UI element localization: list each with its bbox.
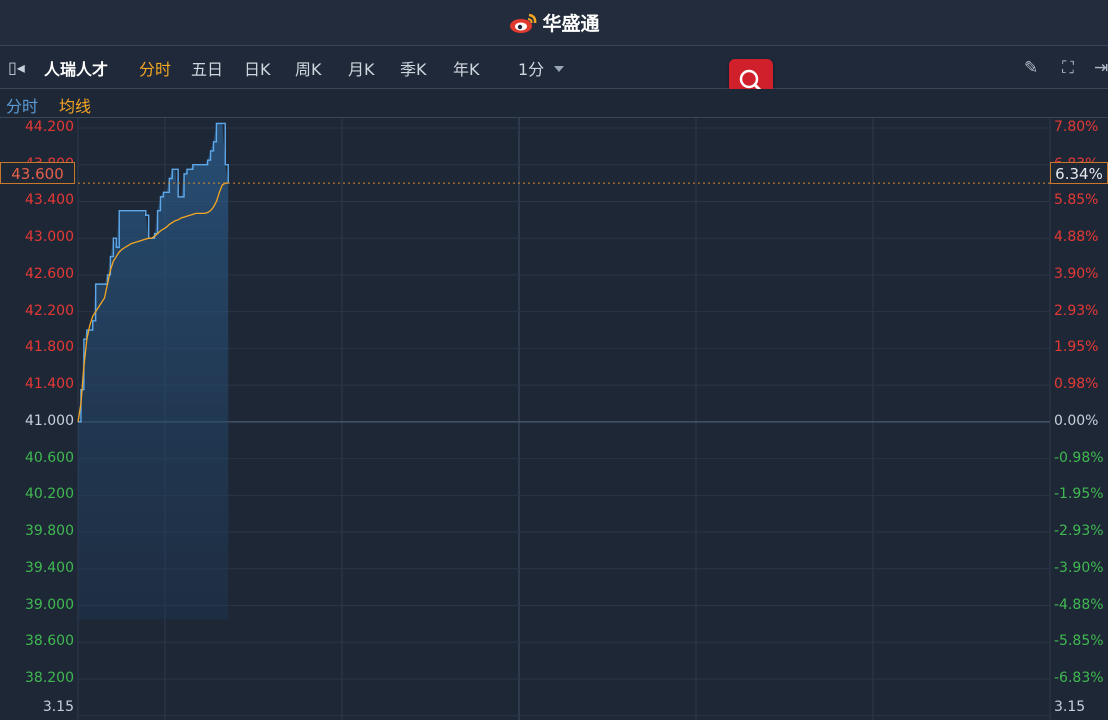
percent-axis-label: 5.85% xyxy=(1054,192,1099,209)
stock-name: 人瑞人才 xyxy=(44,60,109,79)
price-axis-label: 38.600 xyxy=(25,633,74,650)
app-name: 华盛通 xyxy=(542,13,600,35)
interval-select[interactable]: 1分 xyxy=(518,56,565,80)
price-axis-label: 42.600 xyxy=(25,265,74,282)
percent-axis-label: -5.85% xyxy=(1054,633,1104,650)
percent-axis-label: 2.93% xyxy=(1054,302,1099,319)
tab-monthly-k[interactable]: 月K xyxy=(348,56,400,80)
title-bar: 华盛通 xyxy=(0,0,1108,46)
price-axis-label: 41.000 xyxy=(25,412,74,429)
percent-axis-label: 3.15 xyxy=(1054,699,1086,715)
chart-toolbar: ▯◂ 人瑞人才 分时 五日 日K 周K 月K 季K 年K 1分 ✎ ⛶ ⇥ xyxy=(0,46,1108,89)
percent-axis-label: 7.80% xyxy=(1054,119,1099,135)
percent-axis-label: 4.88% xyxy=(1054,229,1099,246)
tab-daily-k[interactable]: 日K xyxy=(244,56,295,80)
price-area-fill xyxy=(78,123,229,620)
price-axis-label: 39.800 xyxy=(25,523,74,540)
percent-axis-label: 0.00% xyxy=(1054,412,1099,429)
intraday-chart: 44.20043.80043.40043.00042.60042.20041.8… xyxy=(0,118,1108,720)
pencil-icon[interactable]: ✎ xyxy=(1024,58,1038,78)
price-axis-label: 43.000 xyxy=(25,229,74,246)
percent-axis-label: -1.95% xyxy=(1054,486,1104,503)
tab-intraday[interactable]: 分时 xyxy=(139,56,191,80)
price-axis-label: 44.200 xyxy=(25,119,74,135)
current-price-tag: 43.600 xyxy=(0,162,75,184)
chart-canvas xyxy=(77,118,1051,720)
percent-axis-label: -2.93% xyxy=(1054,523,1104,540)
tab-yearly-k[interactable]: 年K xyxy=(453,56,503,80)
fullscreen-icon[interactable]: ⛶ xyxy=(1062,58,1074,78)
tab-weekly-k[interactable]: 周K xyxy=(295,56,348,80)
percent-axis-label: -0.98% xyxy=(1054,449,1104,466)
tab-five-day[interactable]: 五日 xyxy=(191,56,244,80)
price-axis-label: 42.200 xyxy=(25,302,74,319)
percent-axis-label: -3.90% xyxy=(1054,559,1104,576)
current-change-tag: 6.34% xyxy=(1050,162,1108,184)
price-axis-label: 38.200 xyxy=(25,670,74,686)
interval-value: 1分 xyxy=(518,60,545,79)
legend-intraday: 分时 xyxy=(6,97,39,116)
exit-icon[interactable]: ⇥ xyxy=(1094,58,1108,78)
percent-axis-label: 1.95% xyxy=(1054,339,1099,356)
price-axis-label: 40.600 xyxy=(25,449,74,466)
price-axis-label: 43.400 xyxy=(25,192,74,209)
price-axis-label: 40.200 xyxy=(25,486,74,503)
legend-average: 均线 xyxy=(59,97,92,116)
price-axis-label: 41.800 xyxy=(25,339,74,356)
percent-axis-label: 0.98% xyxy=(1054,376,1099,393)
price-axis-label: 41.400 xyxy=(25,376,74,393)
percent-axis-label: 3.90% xyxy=(1054,265,1099,282)
collapse-panel-icon[interactable]: ▯◂ xyxy=(8,58,25,77)
price-axis-label: 39.000 xyxy=(25,596,74,613)
percent-axis-label: -4.88% xyxy=(1054,596,1104,613)
tab-quarterly-k[interactable]: 季K xyxy=(400,56,453,80)
legend-bar: 分时 均线 xyxy=(0,89,1108,118)
price-axis-label: 3.15 xyxy=(42,699,74,715)
weibo-logo-icon xyxy=(510,13,537,33)
app-logo: 华盛通 xyxy=(508,9,600,36)
price-axis-label: 39.400 xyxy=(25,559,74,576)
chevron-down-icon xyxy=(554,66,565,72)
period-tabs: 分时 五日 日K 周K 月K 季K 年K xyxy=(139,56,503,80)
percent-axis-label: -6.83% xyxy=(1054,670,1104,686)
